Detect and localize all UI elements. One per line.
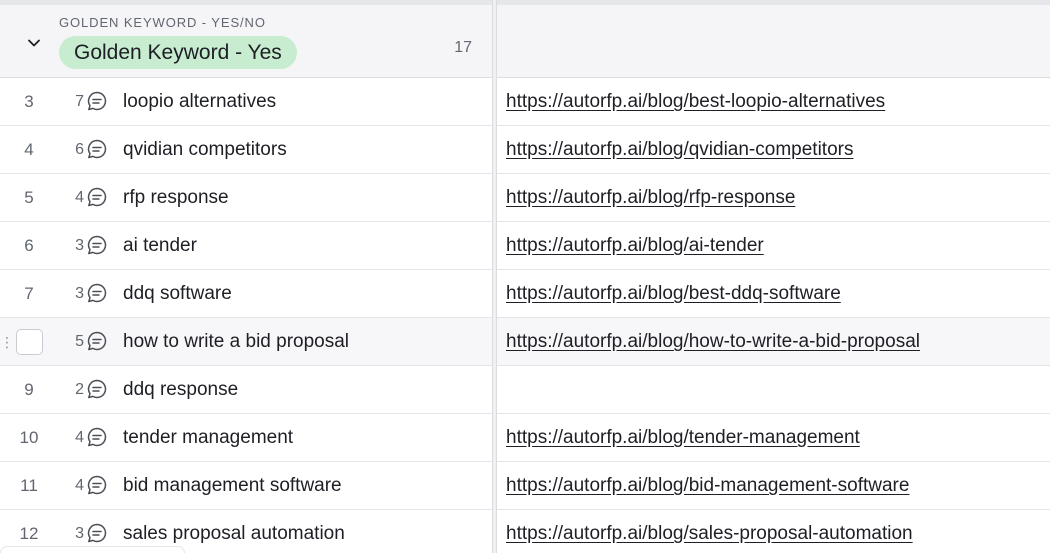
table-row[interactable]: 5 4 rfp response https://autorfp.ai/blog/rf… xyxy=(0,174,1050,222)
row-number: 11 xyxy=(20,476,38,495)
chevron-down-icon[interactable] xyxy=(24,33,44,53)
comment-count: 3 xyxy=(75,285,84,302)
comment-icon[interactable] xyxy=(86,426,108,448)
row-number: 6 xyxy=(24,236,34,255)
keyword-cell[interactable]: how to write a bid proposal xyxy=(123,318,483,365)
keyword-cell[interactable]: loopio alternatives xyxy=(123,78,483,125)
row-number: 4 xyxy=(24,140,34,159)
row-number: 5 xyxy=(24,188,34,207)
comment-icon[interactable] xyxy=(86,186,108,208)
comment-icon[interactable] xyxy=(86,234,108,256)
url-link[interactable]: https://autorfp.ai/blog/bid-management-s… xyxy=(506,462,909,509)
row-number: 9 xyxy=(24,380,34,399)
comment-icon[interactable] xyxy=(86,474,108,496)
url-link[interactable]: https://autorfp.ai/blog/qvidian-competit… xyxy=(506,126,853,173)
keyword-cell[interactable]: ai tender xyxy=(123,222,483,269)
comment-icon[interactable] xyxy=(86,330,108,352)
row-checkbox[interactable] xyxy=(16,329,43,355)
url-link[interactable]: https://autorfp.ai/blog/how-to-write-a-b… xyxy=(506,318,920,365)
row-number: 3 xyxy=(24,92,34,111)
table-row[interactable]: 11 4 bid management software https://autorf… xyxy=(0,462,1050,510)
keyword-cell[interactable]: qvidian competitors xyxy=(123,126,483,173)
comment-icon[interactable] xyxy=(86,522,108,544)
row-number: 7 xyxy=(24,284,34,303)
table-row[interactable]: 4 6 qvidian competitors https://autorfp.ai/… xyxy=(0,126,1050,174)
url-link[interactable]: https://autorfp.ai/blog/sales-proposal-a… xyxy=(506,510,913,553)
comment-count: 4 xyxy=(75,189,84,206)
group-header: GOLDEN KEYWORD - YES/NO Golden Keyword -… xyxy=(0,0,1050,78)
comment-icon[interactable] xyxy=(86,378,108,400)
table-row[interactable]: 3 7 loopio alternatives https://autorfp.ai/… xyxy=(0,78,1050,126)
record-rows: 3 7 loopio alternatives https://autorfp.ai/… xyxy=(0,78,1050,553)
comment-count: 5 xyxy=(75,333,84,350)
comment-count: 6 xyxy=(75,141,84,158)
table-row[interactable]: ⋮ 5 how to write a bid proposal https://aut… xyxy=(0,318,1050,366)
comment-count: 2 xyxy=(75,381,84,398)
comment-count: 4 xyxy=(75,429,84,446)
add-record-bar[interactable] xyxy=(0,546,185,553)
keyword-cell[interactable]: ddq response xyxy=(123,366,483,413)
grid-view: GOLDEN KEYWORD - YES/NO Golden Keyword -… xyxy=(0,0,1050,553)
url-link[interactable]: https://autorfp.ai/blog/best-loopio-alte… xyxy=(506,78,885,125)
url-link[interactable]: https://autorfp.ai/blog/ai-tender xyxy=(506,222,764,269)
comment-count: 3 xyxy=(75,237,84,254)
keyword-cell[interactable]: tender management xyxy=(123,414,483,461)
drag-handle-icon[interactable]: ⋮ xyxy=(0,333,14,351)
group-field-label: GOLDEN KEYWORD - YES/NO xyxy=(59,15,266,30)
keyword-cell[interactable]: bid management software xyxy=(123,462,483,509)
table-row[interactable]: 7 3 ddq software https://autorfp.ai/blog/be… xyxy=(0,270,1050,318)
frozen-column-divider[interactable] xyxy=(492,0,497,553)
row-number: 10 xyxy=(19,428,39,447)
comment-icon[interactable] xyxy=(86,90,108,112)
keyword-cell[interactable]: ddq software xyxy=(123,270,483,317)
comment-count: 4 xyxy=(75,477,84,494)
url-link[interactable]: https://autorfp.ai/blog/tender-managemen… xyxy=(506,414,860,461)
table-row[interactable]: 9 2 ddq response xyxy=(0,366,1050,414)
group-value-pill: Golden Keyword - Yes xyxy=(59,36,297,69)
table-row[interactable]: 10 4 tender management https://autorfp.ai/b… xyxy=(0,414,1050,462)
group-record-count: 17 xyxy=(454,39,472,56)
url-link[interactable]: https://autorfp.ai/blog/rfp-response xyxy=(506,174,795,221)
table-row[interactable]: 6 3 ai tender https://autorfp.ai/blog/ai-te… xyxy=(0,222,1050,270)
url-link[interactable]: https://autorfp.ai/blog/best-ddq-softwar… xyxy=(506,270,841,317)
comment-icon[interactable] xyxy=(86,282,108,304)
comment-count: 7 xyxy=(75,93,84,110)
keyword-cell[interactable]: rfp response xyxy=(123,174,483,221)
comment-icon[interactable] xyxy=(86,138,108,160)
